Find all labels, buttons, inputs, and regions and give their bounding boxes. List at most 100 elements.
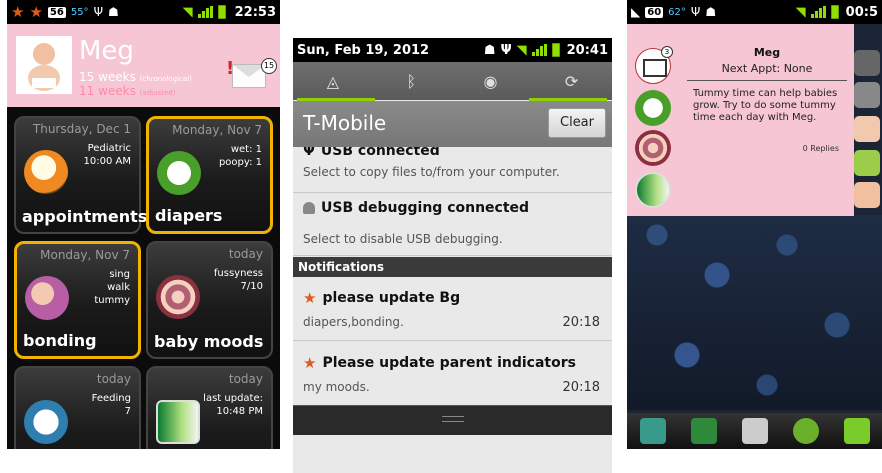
tile-label: bonding <box>23 331 97 350</box>
tile-label: diapers <box>155 206 223 225</box>
tile-label: baby moods <box>154 332 264 351</box>
notification-time: 20:18 <box>562 380 600 395</box>
notification-time: 20:18 <box>562 315 600 330</box>
tile-info: wet: 1 poopy: 1 <box>218 144 262 168</box>
app-notification-icon: ★ <box>29 3 43 21</box>
baby-face-icon[interactable] <box>854 116 880 142</box>
sync-toggle-icon[interactable]: ⟳ <box>565 72 578 91</box>
replies-count[interactable]: 0 Replies <box>693 144 839 153</box>
android-debug-icon: ☗ <box>705 5 717 19</box>
usb-icon: Ψ <box>500 42 512 58</box>
tile-info: fussyness 7/10 <box>213 268 263 292</box>
tile-diapers[interactable]: Monday, Nov 7 wet: 1 poopy: 1 diapers <box>146 116 273 234</box>
tile-appointments[interactable]: Thursday, Dec 1 Pediatric 10:00 AM appoi… <box>14 116 147 234</box>
baby-photo[interactable] <box>16 36 72 94</box>
notifications-section-header: Notifications <box>293 257 612 277</box>
notification-title: ★ Please update parent indicators <box>303 354 576 372</box>
signal-icon <box>531 44 547 56</box>
wifi-icon: ◥ <box>516 42 527 58</box>
android-debug-icon <box>303 202 315 214</box>
notification-item[interactable]: ★ Please update parent indicators my mood… <box>293 342 612 406</box>
temperature-text: 55° <box>70 6 89 18</box>
app-notification-icon: ★ <box>11 3 25 21</box>
stroller-icon[interactable] <box>854 150 880 176</box>
wifi-icon: ◥ <box>795 4 806 20</box>
clock: 22:53 <box>234 4 276 20</box>
clear-button[interactable]: Clear <box>548 108 606 138</box>
mail-count-badge: 3 <box>661 46 673 58</box>
home-screen: ◣ 60 62° Ψ ☗ ◥ 00:5 • • • • 3 Meg Next A… <box>627 0 882 449</box>
tile-date: today <box>228 372 263 386</box>
tile-info: last update: 10:48 PM <box>203 393 263 417</box>
age-chronological: 15 weeks (chronological) <box>79 70 192 84</box>
calendar-icon <box>24 150 68 194</box>
wifi-toggle-icon[interactable]: ◬ <box>327 72 339 91</box>
rss-icon: ◣ <box>631 5 641 19</box>
usb-icon: Ψ <box>690 5 701 19</box>
tile-bonding[interactable]: Monday, Nov 7 sing walk tummy bonding <box>14 241 141 359</box>
tile-date: Monday, Nov 7 <box>40 248 130 262</box>
app-star-icon: ★ <box>303 289 317 307</box>
shade-drag-handle[interactable] <box>293 405 612 435</box>
diaper-icon[interactable] <box>635 90 671 126</box>
tile-info: Pediatric 10:00 AM <box>83 143 131 167</box>
chart-icon <box>24 400 68 444</box>
temperature-text: 62° <box>668 6 686 18</box>
baby-icon[interactable] <box>854 182 880 208</box>
tile-date: Monday, Nov 7 <box>172 123 262 137</box>
usb-icon: Ψ <box>93 5 104 19</box>
messaging-icon[interactable] <box>843 418 870 444</box>
signal-icon <box>197 6 213 18</box>
dock <box>627 413 882 449</box>
baby-profile-header[interactable]: Meg 15 weeks (chronological) 11 weeks (a… <box>7 24 280 107</box>
tile-date: Thursday, Dec 1 <box>32 122 131 136</box>
battery-icon <box>217 5 226 19</box>
usb-icon: Ψ <box>303 147 315 159</box>
tile-info: sing walk tummy <box>94 269 130 306</box>
status-bar: ★ ★ 56 55° Ψ ☗ ◥ 22:53 <box>7 0 280 24</box>
notification-title: USB debugging connected <box>303 200 529 216</box>
baby-faces-icon[interactable] <box>635 130 671 166</box>
battery-icon <box>551 43 560 57</box>
diaper-icon <box>157 151 201 195</box>
clock: 20:41 <box>566 42 608 58</box>
status-bar: ◣ 60 62° Ψ ☗ ◥ 00:5 <box>627 0 882 24</box>
gradient-icon[interactable] <box>635 172 671 208</box>
tile-info: Feeding 7 <box>91 393 131 417</box>
status-bar: Sun, Feb 19, 2012 ☗ Ψ ◥ 20:41 <box>293 38 612 62</box>
quick-settings: ◬ ᛒ ◉ ⟳ <box>293 62 612 100</box>
ongoing-notification[interactable]: USB debugging connected Select to disabl… <box>293 194 612 256</box>
tile-baby-moods[interactable]: today fussyness 7/10 baby moods <box>146 241 273 359</box>
mother-baby-icon <box>25 276 69 320</box>
wifi-icon: ◥ <box>182 4 193 20</box>
browser-icon[interactable] <box>792 418 819 444</box>
battery-level-badge: 60 <box>645 6 664 18</box>
gps-toggle-icon[interactable]: ◉ <box>483 72 497 91</box>
tile-date: today <box>228 247 263 261</box>
bluetooth-toggle-icon[interactable]: ᛒ <box>406 72 416 91</box>
signal-icon <box>810 6 826 18</box>
android-debug-icon: ☗ <box>483 42 496 58</box>
notification-item[interactable]: ★ please update Bg diapers,bonding. 20:18 <box>293 277 612 341</box>
notification-text: Select to copy files to/from your comput… <box>303 165 560 179</box>
phone-icon[interactable] <box>690 418 717 444</box>
tip-message: Tummy time can help babies grow. Try to … <box>693 88 838 123</box>
age-adjusted: 11 weeks (adjusted) <box>79 84 176 98</box>
tile-date: today <box>96 372 131 386</box>
tile-feeding[interactable]: today Feeding 7 <box>14 366 141 449</box>
carrier-bar: T-Mobile Clear <box>293 101 612 147</box>
music-icon[interactable] <box>854 82 880 108</box>
mail-count-badge: 15 <box>261 58 277 74</box>
wallpaper <box>627 215 882 410</box>
baby-faces-icon <box>156 275 200 319</box>
grip-icon <box>441 416 464 422</box>
notification-shade-screen: Sun, Feb 19, 2012 ☗ Ψ ◥ 20:41 ◬ ᛒ ◉ ⟳ T-… <box>293 38 612 473</box>
battery-icon <box>830 5 839 19</box>
notification-title: Ψ USB connected <box>303 147 440 159</box>
app-shortcut-icon[interactable] <box>854 50 880 76</box>
tile-parent-indicators[interactable]: today last update: 10:48 PM <box>146 366 273 449</box>
app-drawer-icon[interactable] <box>639 418 666 444</box>
widget-baby-name: Meg <box>753 46 781 59</box>
grid-icon[interactable] <box>741 418 768 444</box>
ongoing-notification[interactable]: Ψ USB connected Select to copy files to/f… <box>293 147 612 193</box>
